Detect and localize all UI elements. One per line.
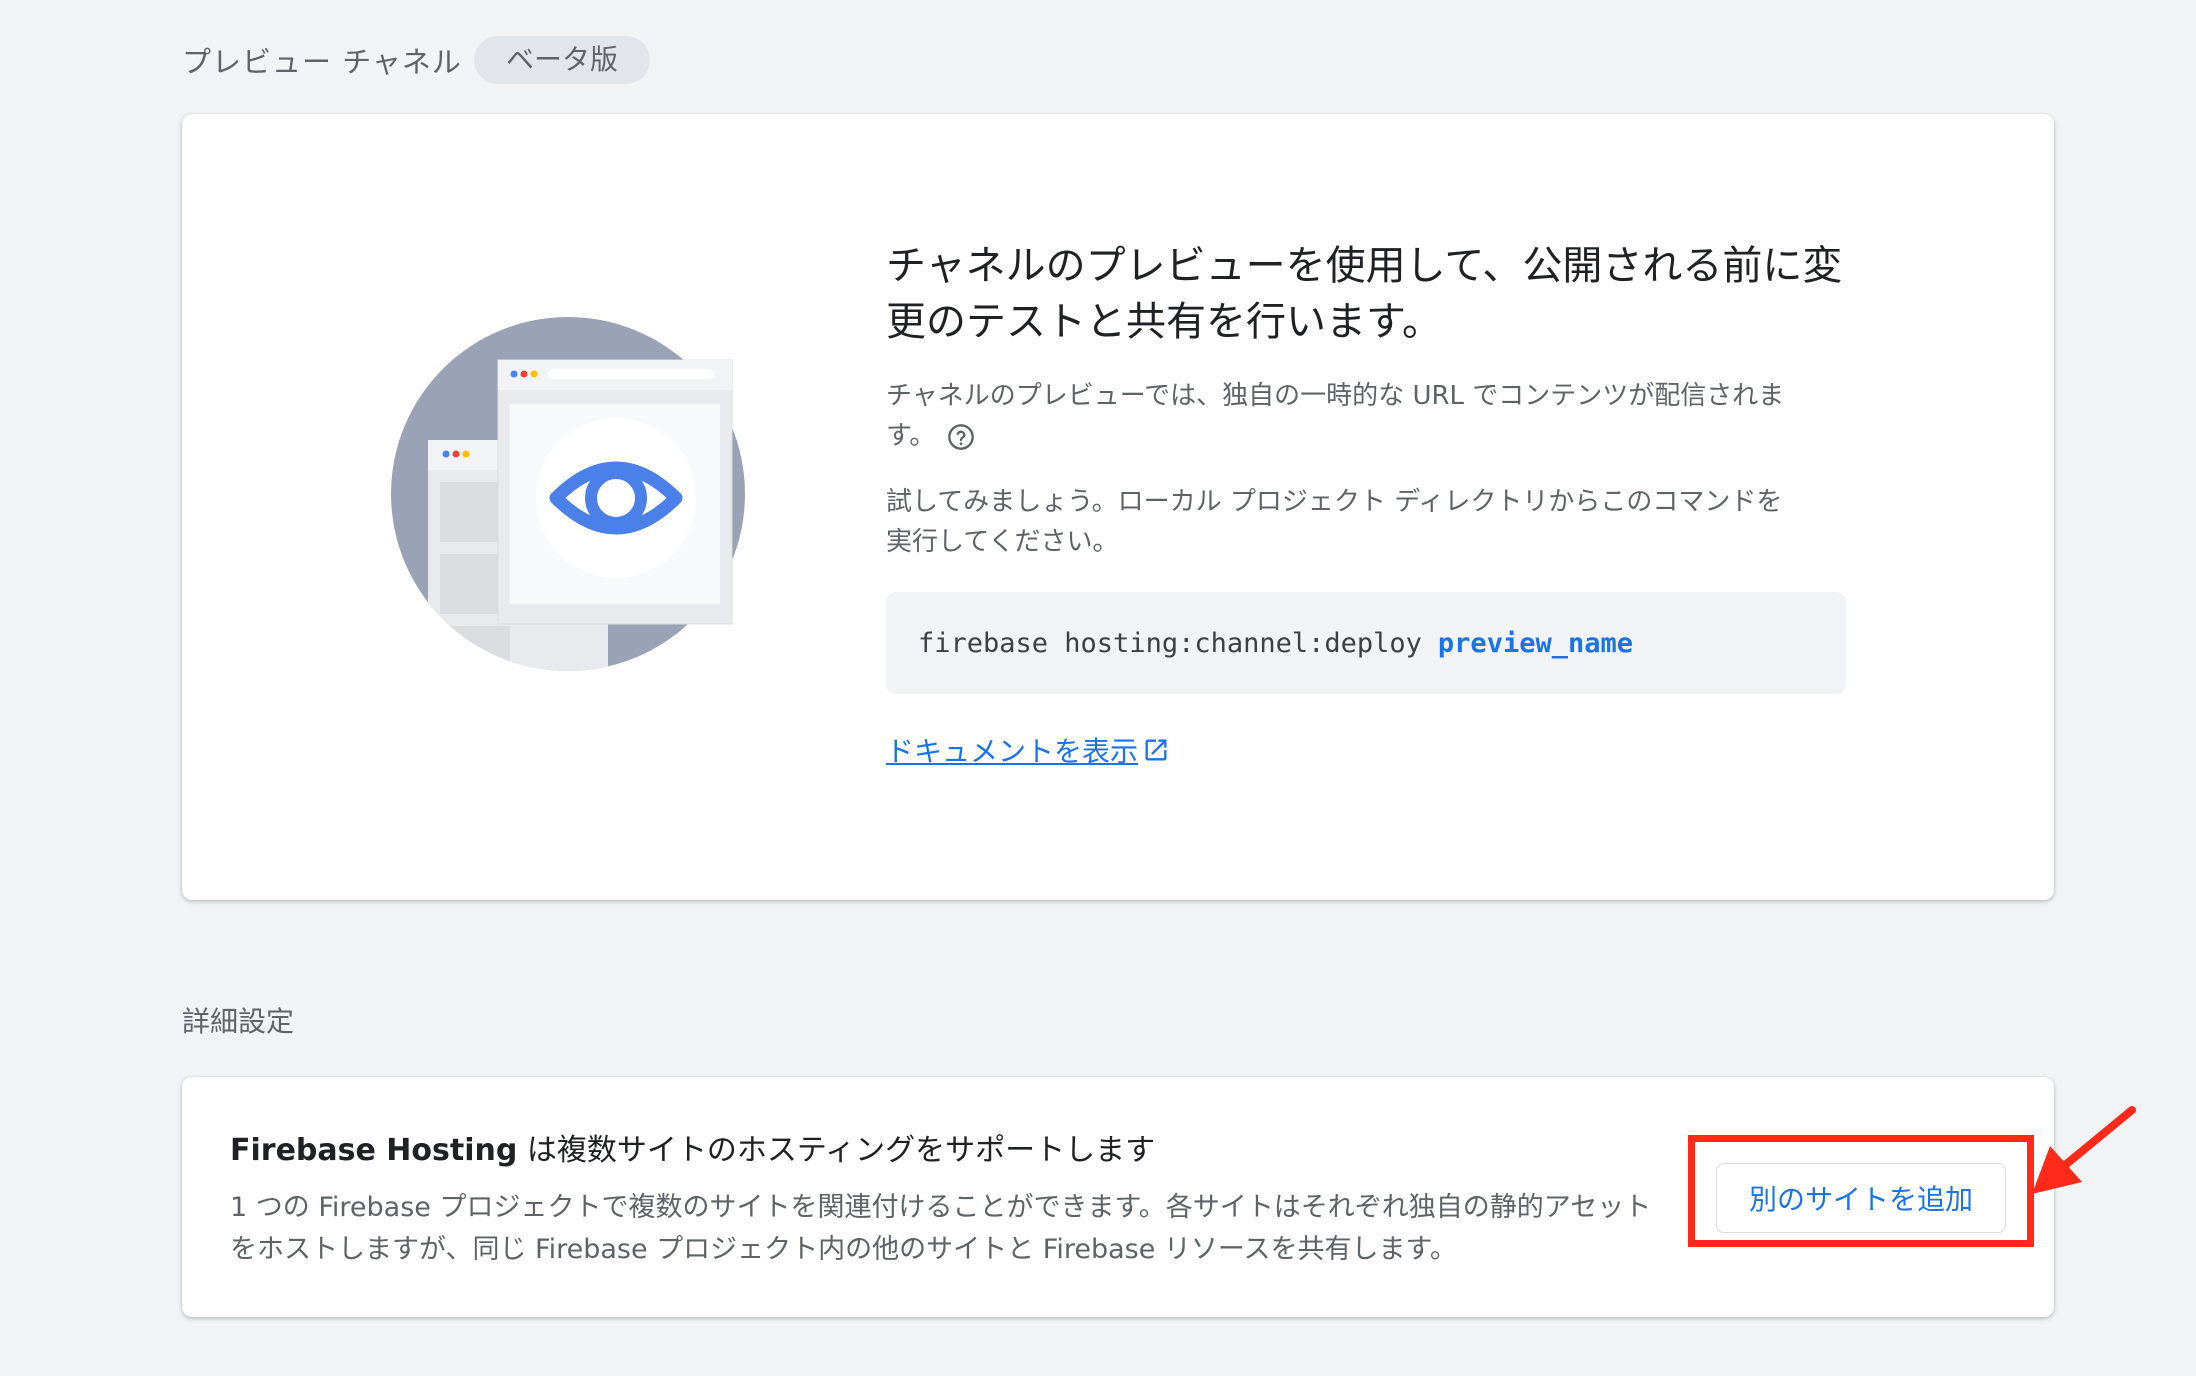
annotation-arrow-icon: [2032, 1106, 2136, 1194]
headline-line: 更のテストと共有を行います。: [886, 299, 1442, 345]
description-line: す。: [886, 421, 936, 451]
help-circle-icon[interactable]: [947, 423, 975, 451]
advanced-settings-title: 詳細設定: [182, 1005, 295, 1038]
preview-channel-header: プレビュー チャネル ベータ版: [182, 36, 650, 84]
beta-badge: ベータ版: [473, 36, 650, 84]
multisite-title-bold: Firebase Hosting: [230, 1133, 518, 1168]
command-param: preview_name: [1437, 627, 1633, 659]
docs-link-label: ドキュメントを表示: [886, 735, 1139, 768]
preview-description: チャネルのプレビューでは、独自の一時的な URL でコンテンツが配信されま す。: [886, 376, 1848, 456]
try-line: 試してみましょう。ローカル プロジェクト ディレクトリからこのコマンドを: [886, 487, 1783, 517]
try-instruction: 試してみましょう。ローカル プロジェクト ディレクトリからこのコマンドを 実行し…: [886, 482, 1848, 562]
multisite-description: 1 つの Firebase プロジェクトで複数のサイトを関連付けることができます…: [230, 1187, 1700, 1271]
preview-content: チャネルのプレビューを使用して、公開される前に変 更のテストと共有を行います。 …: [886, 238, 1848, 770]
multisite-title-rest: は複数サイトのホスティングをサポートします: [517, 1133, 1156, 1168]
section-title: プレビュー チャネル: [182, 45, 462, 79]
command-text: firebase hosting:channel:deploy: [918, 627, 1422, 659]
multisite-title: Firebase Hosting は複数サイトのホスティングをサポートします: [230, 1125, 1155, 1169]
open-in-new-icon: [1145, 739, 1167, 761]
command-code-block[interactable]: firebase hosting:channel:deploy preview_…: [886, 592, 1846, 694]
multisite-desc-line: をホストしますが、同じ Firebase プロジェクト内の他のサイトと Fire…: [230, 1234, 1457, 1265]
view-docs-link[interactable]: ドキュメントを表示: [886, 730, 1170, 770]
preview-headline: チャネルのプレビューを使用して、公開される前に変 更のテストと共有を行います。: [886, 238, 1848, 350]
preview-eye-illustration: [391, 317, 745, 671]
annotation-highlight-box: [1688, 1135, 2034, 1247]
headline-line: チャネルのプレビューを使用して、公開される前に変: [886, 243, 1843, 289]
preview-channel-card: チャネルのプレビューを使用して、公開される前に変 更のテストと共有を行います。 …: [182, 114, 2054, 900]
try-line: 実行してください。: [886, 527, 1119, 557]
multisite-desc-line: 1 つの Firebase プロジェクトで複数のサイトを関連付けることができます…: [230, 1192, 1652, 1223]
description-line: チャネルのプレビューでは、独自の一時的な URL でコンテンツが配信されま: [886, 381, 1785, 411]
